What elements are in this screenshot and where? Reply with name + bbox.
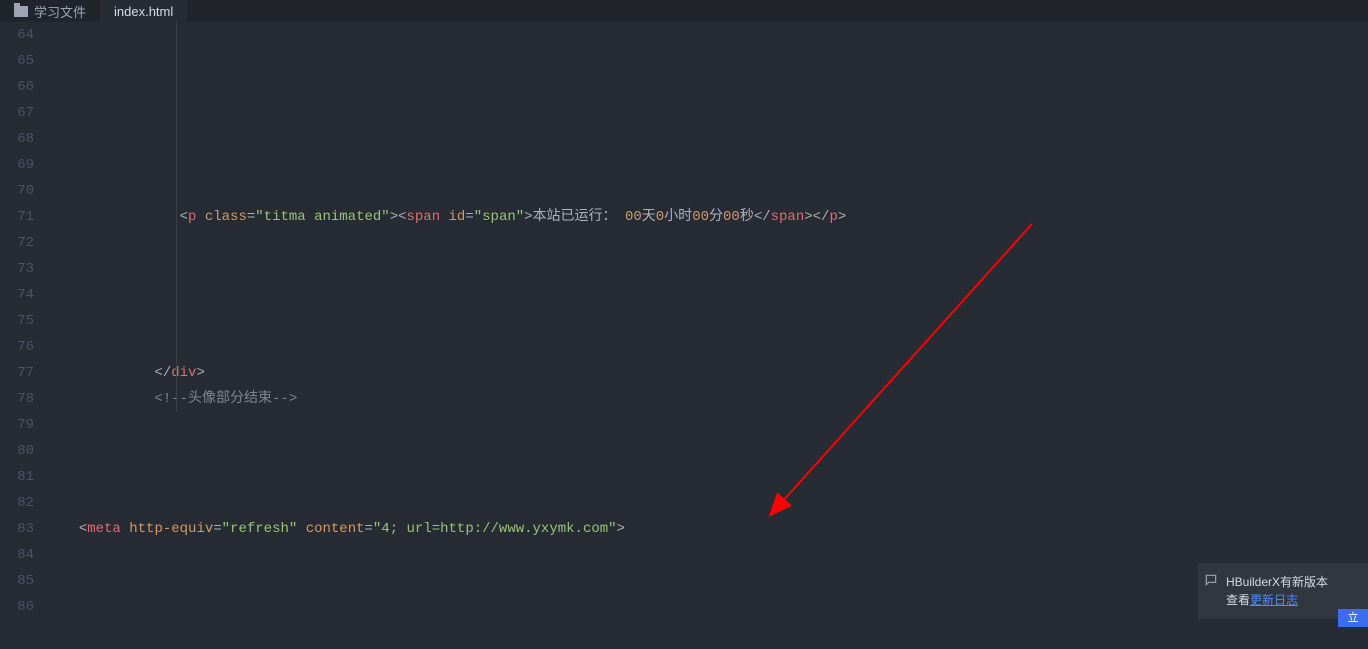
line-number: 75 bbox=[0, 308, 34, 334]
line-number: 76 bbox=[0, 334, 34, 360]
tab-bar: 学习文件 index.html bbox=[0, 0, 1368, 22]
line-number: 78 bbox=[0, 386, 34, 412]
line-number: 82 bbox=[0, 490, 34, 516]
chat-icon bbox=[1204, 573, 1218, 587]
line-number: 83 bbox=[0, 516, 34, 542]
folder-icon bbox=[14, 6, 28, 17]
tab-file-label: index.html bbox=[114, 4, 173, 19]
tab-folder[interactable]: 学习文件 bbox=[0, 0, 100, 22]
line-number: 65 bbox=[0, 48, 34, 74]
line-number: 84 bbox=[0, 542, 34, 568]
code-editor[interactable]: 64 65 66 67 68 69 70 71 72 73 74 75 76 7… bbox=[0, 22, 1368, 627]
line-number: 81 bbox=[0, 464, 34, 490]
tab-folder-label: 学习文件 bbox=[34, 2, 86, 21]
code-area[interactable]: <p class="titma animated"><span id="span… bbox=[42, 22, 1368, 627]
line-number: 73 bbox=[0, 256, 34, 282]
line-gutter: 64 65 66 67 68 69 70 71 72 73 74 75 76 7… bbox=[0, 22, 42, 627]
line-number: 64 bbox=[0, 22, 34, 48]
line-number: 66 bbox=[0, 74, 34, 100]
update-button[interactable]: 立 bbox=[1338, 609, 1368, 627]
line-number: 74 bbox=[0, 282, 34, 308]
changelog-link[interactable]: 更新日志 bbox=[1250, 593, 1298, 607]
tab-file-index-html[interactable]: index.html bbox=[100, 0, 187, 22]
notification-line2: 查看更新日志 bbox=[1226, 591, 1360, 609]
code-line-78[interactable]: <!--头像部分结束--> bbox=[62, 386, 1368, 412]
line-number: 69 bbox=[0, 152, 34, 178]
line-number: 79 bbox=[0, 412, 34, 438]
line-number: 68 bbox=[0, 126, 34, 152]
code-line-77[interactable]: </div> bbox=[62, 360, 1368, 386]
line-number: 86 bbox=[0, 594, 34, 620]
line-number: 85 bbox=[0, 568, 34, 594]
line-number: 71 bbox=[0, 204, 34, 230]
code-line-83[interactable]: <meta http-equiv="refresh" content="4; u… bbox=[62, 516, 1368, 542]
line-number: 72 bbox=[0, 230, 34, 256]
line-number: 70 bbox=[0, 178, 34, 204]
code-line-71[interactable]: <p class="titma animated"><span id="span… bbox=[62, 204, 1368, 230]
line-number: 77 bbox=[0, 360, 34, 386]
notification-line1: HBuilderX有新版本 bbox=[1226, 573, 1360, 591]
line-number: 80 bbox=[0, 438, 34, 464]
line-number: 67 bbox=[0, 100, 34, 126]
